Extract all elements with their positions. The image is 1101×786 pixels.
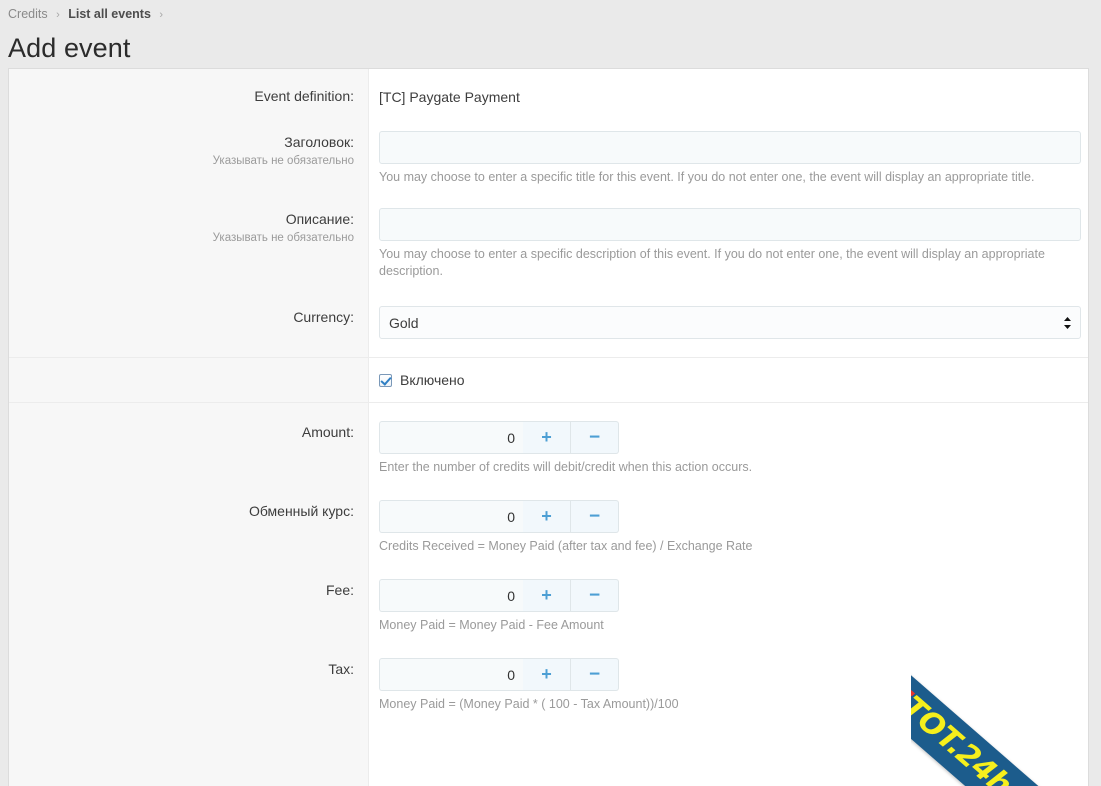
exchange-rate-input[interactable]	[379, 500, 523, 533]
form-row-currency: Currency: Gold	[9, 286, 1088, 353]
description-help-text: You may choose to enter a specific descr…	[379, 247, 1045, 278]
exchange-rate-decrement-button[interactable]: −	[571, 500, 619, 533]
amount-field-cell: + − Enter the number of credits will deb…	[369, 403, 1088, 482]
tax-label: Tax:	[328, 661, 354, 677]
amount-help-text: Enter the number of credits will debit/c…	[379, 460, 753, 474]
title-label-cell: Заголовок: Указывать не обязательно	[9, 115, 369, 179]
fee-stepper: + −	[379, 579, 619, 612]
fee-increment-button[interactable]: +	[523, 579, 571, 612]
title-input[interactable]	[379, 131, 1081, 164]
breadcrumb-item-credits[interactable]: Credits	[8, 7, 48, 21]
tax-help-text: Money Paid = (Money Paid * ( 100 - Tax A…	[379, 697, 679, 711]
exchange-rate-increment-button[interactable]: +	[523, 500, 571, 533]
add-event-form: Event definition: [TC] Paygate Payment З…	[9, 69, 1088, 719]
page-title: Add event	[8, 33, 131, 63]
form-row-enabled: Включено	[9, 357, 1088, 403]
amount-stepper: + −	[379, 421, 619, 454]
breadcrumb-item-list-all-events[interactable]: List all events	[68, 7, 151, 21]
form-row-description: Описание: Указывать не обязательно You m…	[9, 192, 1088, 286]
currency-label-cell: Currency:	[9, 286, 369, 336]
title-label: Заголовок:	[284, 134, 354, 150]
tax-input[interactable]	[379, 658, 523, 691]
fee-help-text: Money Paid = Money Paid - Fee Amount	[379, 618, 604, 632]
tax-increment-button[interactable]: +	[523, 658, 571, 691]
form-row-amount: Amount: + − Enter the number of credits …	[9, 403, 1088, 482]
amount-decrement-button[interactable]: −	[571, 421, 619, 454]
fee-decrement-button[interactable]: −	[571, 579, 619, 612]
breadcrumb-separator-trailing-icon: ›	[159, 9, 164, 21]
breadcrumb: Credits › List all events ›	[0, 0, 1101, 23]
enabled-label-cell	[9, 358, 369, 386]
description-input[interactable]	[379, 208, 1081, 241]
event-definition-label-cell: Event definition:	[9, 69, 369, 115]
event-definition-label: Event definition:	[254, 88, 354, 104]
exchange-rate-label-cell: Обменный курс:	[9, 482, 369, 530]
fee-label-cell: Fee:	[9, 561, 369, 609]
description-label-cell: Описание: Указывать не обязательно	[9, 192, 369, 256]
enabled-checkbox-row[interactable]: Включено	[379, 372, 1074, 388]
fee-field-cell: + − Money Paid = Money Paid - Fee Amount	[369, 561, 1088, 640]
fee-input[interactable]	[379, 579, 523, 612]
enabled-field-cell: Включено	[369, 358, 1088, 402]
form-row-exchange-rate: Обменный курс: + − Credits Received = Mo…	[9, 482, 1088, 561]
description-sublabel: Указывать не обязательно	[212, 232, 354, 244]
currency-field-cell: Gold	[369, 286, 1088, 353]
form-row-title: Заголовок: Указывать не обязательно You …	[9, 115, 1088, 192]
amount-label-cell: Amount:	[9, 403, 369, 451]
breadcrumb-separator-icon: ›	[56, 9, 60, 21]
event-definition-field-cell: [TC] Paygate Payment	[369, 69, 1088, 113]
title-sublabel: Указывать не обязательно	[212, 155, 354, 167]
exchange-rate-field-cell: + − Credits Received = Money Paid (after…	[369, 482, 1088, 561]
title-help-text: You may choose to enter a specific title…	[379, 170, 1035, 184]
tax-field-cell: + − Money Paid = (Money Paid * ( 100 - T…	[369, 640, 1088, 719]
form-row-event-definition: Event definition: [TC] Paygate Payment	[9, 69, 1088, 115]
amount-input[interactable]	[379, 421, 523, 454]
description-label: Описание:	[285, 211, 354, 227]
form-row-tax: Tax: + − Money Paid = (Money Paid * ( 10…	[9, 640, 1088, 719]
fee-label: Fee:	[325, 582, 354, 598]
checkbox-checked-icon[interactable]	[379, 373, 392, 387]
amount-label: Amount:	[301, 424, 354, 440]
tax-stepper: + −	[379, 658, 619, 691]
amount-increment-button[interactable]: +	[523, 421, 571, 454]
enabled-checkbox-label: Включено	[400, 372, 465, 388]
currency-select[interactable]: Gold	[379, 306, 1081, 339]
form-row-fee: Fee: + − Money Paid = Money Paid - Fee A…	[9, 561, 1088, 640]
currency-label: Currency:	[293, 309, 354, 325]
title-field-cell: You may choose to enter a specific title…	[369, 115, 1088, 192]
exchange-rate-stepper: + −	[379, 500, 619, 533]
event-definition-value: [TC] Paygate Payment	[379, 89, 520, 105]
add-event-panel: Event definition: [TC] Paygate Payment З…	[8, 68, 1089, 786]
exchange-rate-label: Обменный курс:	[248, 503, 354, 519]
currency-select-wrap: Gold	[379, 306, 1081, 339]
description-field-cell: You may choose to enter a specific descr…	[369, 192, 1088, 286]
exchange-rate-help-text: Credits Received = Money Paid (after tax…	[379, 539, 753, 553]
tax-decrement-button[interactable]: −	[571, 658, 619, 691]
tax-label-cell: Tax:	[9, 640, 369, 688]
